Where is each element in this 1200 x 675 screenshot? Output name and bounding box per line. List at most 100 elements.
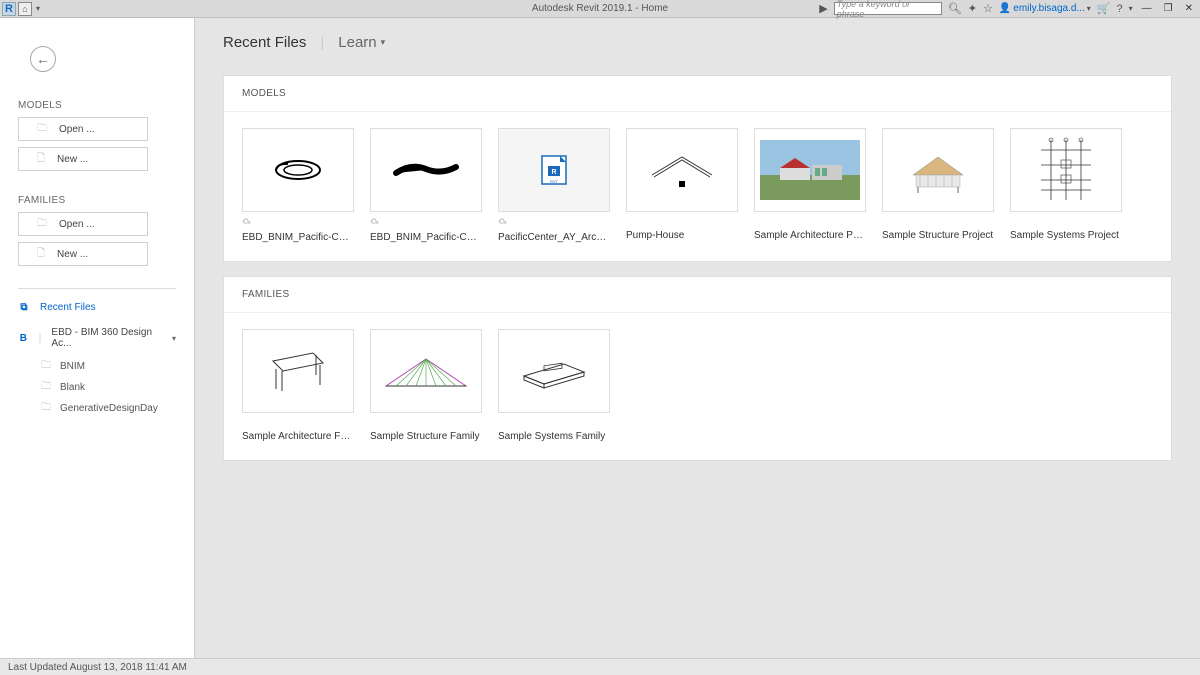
learn-label: Learn <box>338 34 376 51</box>
folder-icon: 🗀 <box>40 358 52 375</box>
families-open-button[interactable]: 🗀 Open ... <box>18 212 148 236</box>
user-dropdown-icon: ▾ <box>1087 4 1091 13</box>
thumbnail <box>498 329 610 413</box>
thumbnail <box>242 329 354 413</box>
search-input[interactable]: Type a keyword or phrase <box>834 2 942 15</box>
sidebar-item-bim360[interactable]: B | EBD - BIM 360 Design Ac... ▾ <box>18 324 176 352</box>
back-button[interactable]: ← <box>30 46 56 72</box>
thumbnail <box>370 329 482 413</box>
app-icon[interactable]: R <box>2 2 16 16</box>
models-new-button[interactable]: 🗋 New ... <box>18 147 148 171</box>
tile-name: PacificCenter_AY_Arch_deta... <box>498 232 610 243</box>
tile-name: Sample Systems Family <box>498 431 610 442</box>
family-tile[interactable]: Sample Systems Family <box>498 329 610 442</box>
chevron-down-icon: ▾ <box>172 334 176 343</box>
tile-name: Sample Architecture Family <box>242 431 354 442</box>
bim360-label: EBD - BIM 360 Design Ac... <box>51 327 162 349</box>
open-label: Open ... <box>59 219 95 230</box>
panel-families: FAMILIES Sample Architecture Family Samp… <box>223 276 1172 461</box>
tree-label: BNIM <box>60 361 85 372</box>
model-tile[interactable]: Sample Structure Project <box>882 128 994 243</box>
open-label: Open ... <box>59 124 95 135</box>
tile-name: Sample Systems Project <box>1010 230 1122 241</box>
families-tiles: Sample Architecture Family Sample Struct… <box>224 313 1171 460</box>
model-tile[interactable]: Sample Architecture Project <box>754 128 866 243</box>
tile-name: Pump-House <box>626 230 738 241</box>
thumbnail <box>1010 128 1122 212</box>
star-icon[interactable]: ☆ <box>983 2 993 15</box>
family-tile[interactable]: Sample Architecture Family <box>242 329 354 442</box>
panel-models-header: MODELS <box>224 76 1171 112</box>
families-new-button[interactable]: 🗋 New ... <box>18 242 148 266</box>
tree-label: Blank <box>60 382 85 393</box>
sidebar-item-recent-files[interactable]: ⧉ Recent Files <box>18 299 176 316</box>
titlebar-left: R ⌂ ▾ <box>0 2 42 16</box>
workarea: ← MODELS 🗀 Open ... 🗋 New ... FAMILIES 🗀… <box>0 18 1200 658</box>
tile-name: EBD_BNIM_Pacific-Center <box>242 232 354 243</box>
models-open-button[interactable]: 🗀 Open ... <box>18 117 148 141</box>
close-button[interactable]: ✕ <box>1182 3 1196 14</box>
panel-families-header: FAMILIES <box>224 277 1171 313</box>
family-tile[interactable]: Sample Structure Family <box>370 329 482 442</box>
folder-open-icon: 🗀 <box>37 121 47 138</box>
thumbnail: R RVT <box>498 128 610 212</box>
comm-icon[interactable]: ✦ <box>968 2 977 15</box>
cloud-icon <box>498 216 508 226</box>
tab-separator: | <box>320 34 324 51</box>
tile-name: Sample Structure Family <box>370 431 482 442</box>
model-tile[interactable]: Pump-House <box>626 128 738 243</box>
bim360-icon: B <box>18 333 29 344</box>
sidebar-families-block: FAMILIES 🗀 Open ... 🗋 New ... <box>18 195 176 272</box>
window-title: Autodesk Revit 2019.1 - Home <box>532 3 668 14</box>
titlebar-right: ▶ Type a keyword or phrase 🔍︎ ✦ ☆ 👤 emil… <box>819 2 1200 15</box>
qat-dropdown-icon[interactable]: ▾ <box>34 4 42 13</box>
tree-item[interactable]: 🗀 Blank <box>30 377 176 398</box>
thumbnail <box>754 128 866 212</box>
tile-name: Sample Architecture Project <box>754 230 866 241</box>
help-icon[interactable]: ? <box>1117 3 1123 15</box>
svg-text:R: R <box>551 169 556 176</box>
tree-label: GenerativeDesignDay <box>60 403 158 414</box>
folder-icon: 🗀 <box>40 379 52 396</box>
new-label: New ... <box>57 154 88 165</box>
tree-item[interactable]: 🗀 BNIM <box>30 356 176 377</box>
model-tile[interactable]: Sample Systems Project <box>1010 128 1122 243</box>
recent-icon: ⧉ <box>18 302 30 313</box>
titlebar: R ⌂ ▾ Autodesk Revit 2019.1 - Home ▶ Typ… <box>0 0 1200 18</box>
user-account[interactable]: 👤 emily.bisaga.d... ▾ <box>999 3 1091 14</box>
tab-learn[interactable]: Learn ▾ <box>338 34 385 51</box>
tree-item[interactable]: 🗀 GenerativeDesignDay <box>30 398 176 419</box>
thumbnail <box>242 128 354 212</box>
svg-text:RVT: RVT <box>550 179 558 184</box>
infocenter-arrow-icon[interactable]: ▶ <box>819 2 827 15</box>
new-file-icon: 🗋 <box>37 246 45 263</box>
minimize-button[interactable]: — <box>1139 3 1155 14</box>
sidebar-separator <box>18 288 176 289</box>
new-file-icon: 🗋 <box>37 151 45 168</box>
content: Recent Files | Learn ▾ MODELS <box>195 18 1200 658</box>
model-tile[interactable]: R RVT PacificCenter_AY_Arch_deta... <box>498 128 610 243</box>
sidebar-families-label: FAMILIES <box>18 195 176 206</box>
maximize-button[interactable]: ❐ <box>1161 3 1176 14</box>
chevron-down-icon: ▾ <box>381 37 386 48</box>
model-tile[interactable]: EBD_BNIM_Pacific-Center <box>370 128 482 243</box>
status-bar: Last Updated August 13, 2018 11:41 AM <box>0 658 1200 675</box>
tile-name: Sample Structure Project <box>882 230 994 241</box>
model-tile[interactable]: EBD_BNIM_Pacific-Center <box>242 128 354 243</box>
folder-open-icon: 🗀 <box>37 216 47 233</box>
qat-home-icon[interactable]: ⌂ <box>18 2 32 16</box>
status-text: Last Updated August 13, 2018 11:41 AM <box>8 662 187 673</box>
help-dropdown-icon[interactable]: ▾ <box>1129 4 1133 13</box>
user-icon: 👤 <box>999 3 1011 14</box>
models-tiles: EBD_BNIM_Pacific-Center EBD_BNIM_Pacific… <box>224 112 1171 261</box>
tab-bar: Recent Files | Learn ▾ <box>223 34 1172 51</box>
panel-models: MODELS EBD_BNIM_Pacific-Center <box>223 75 1172 262</box>
thumbnail <box>882 128 994 212</box>
tab-recent-files[interactable]: Recent Files <box>223 34 306 51</box>
search-icon[interactable]: 🔍︎ <box>948 2 962 15</box>
thumbnail <box>626 128 738 212</box>
cloud-icon <box>370 216 380 226</box>
new-label: New ... <box>57 249 88 260</box>
exchange-icon[interactable]: 🛒 <box>1097 2 1111 15</box>
folder-icon: 🗀 <box>40 400 52 417</box>
